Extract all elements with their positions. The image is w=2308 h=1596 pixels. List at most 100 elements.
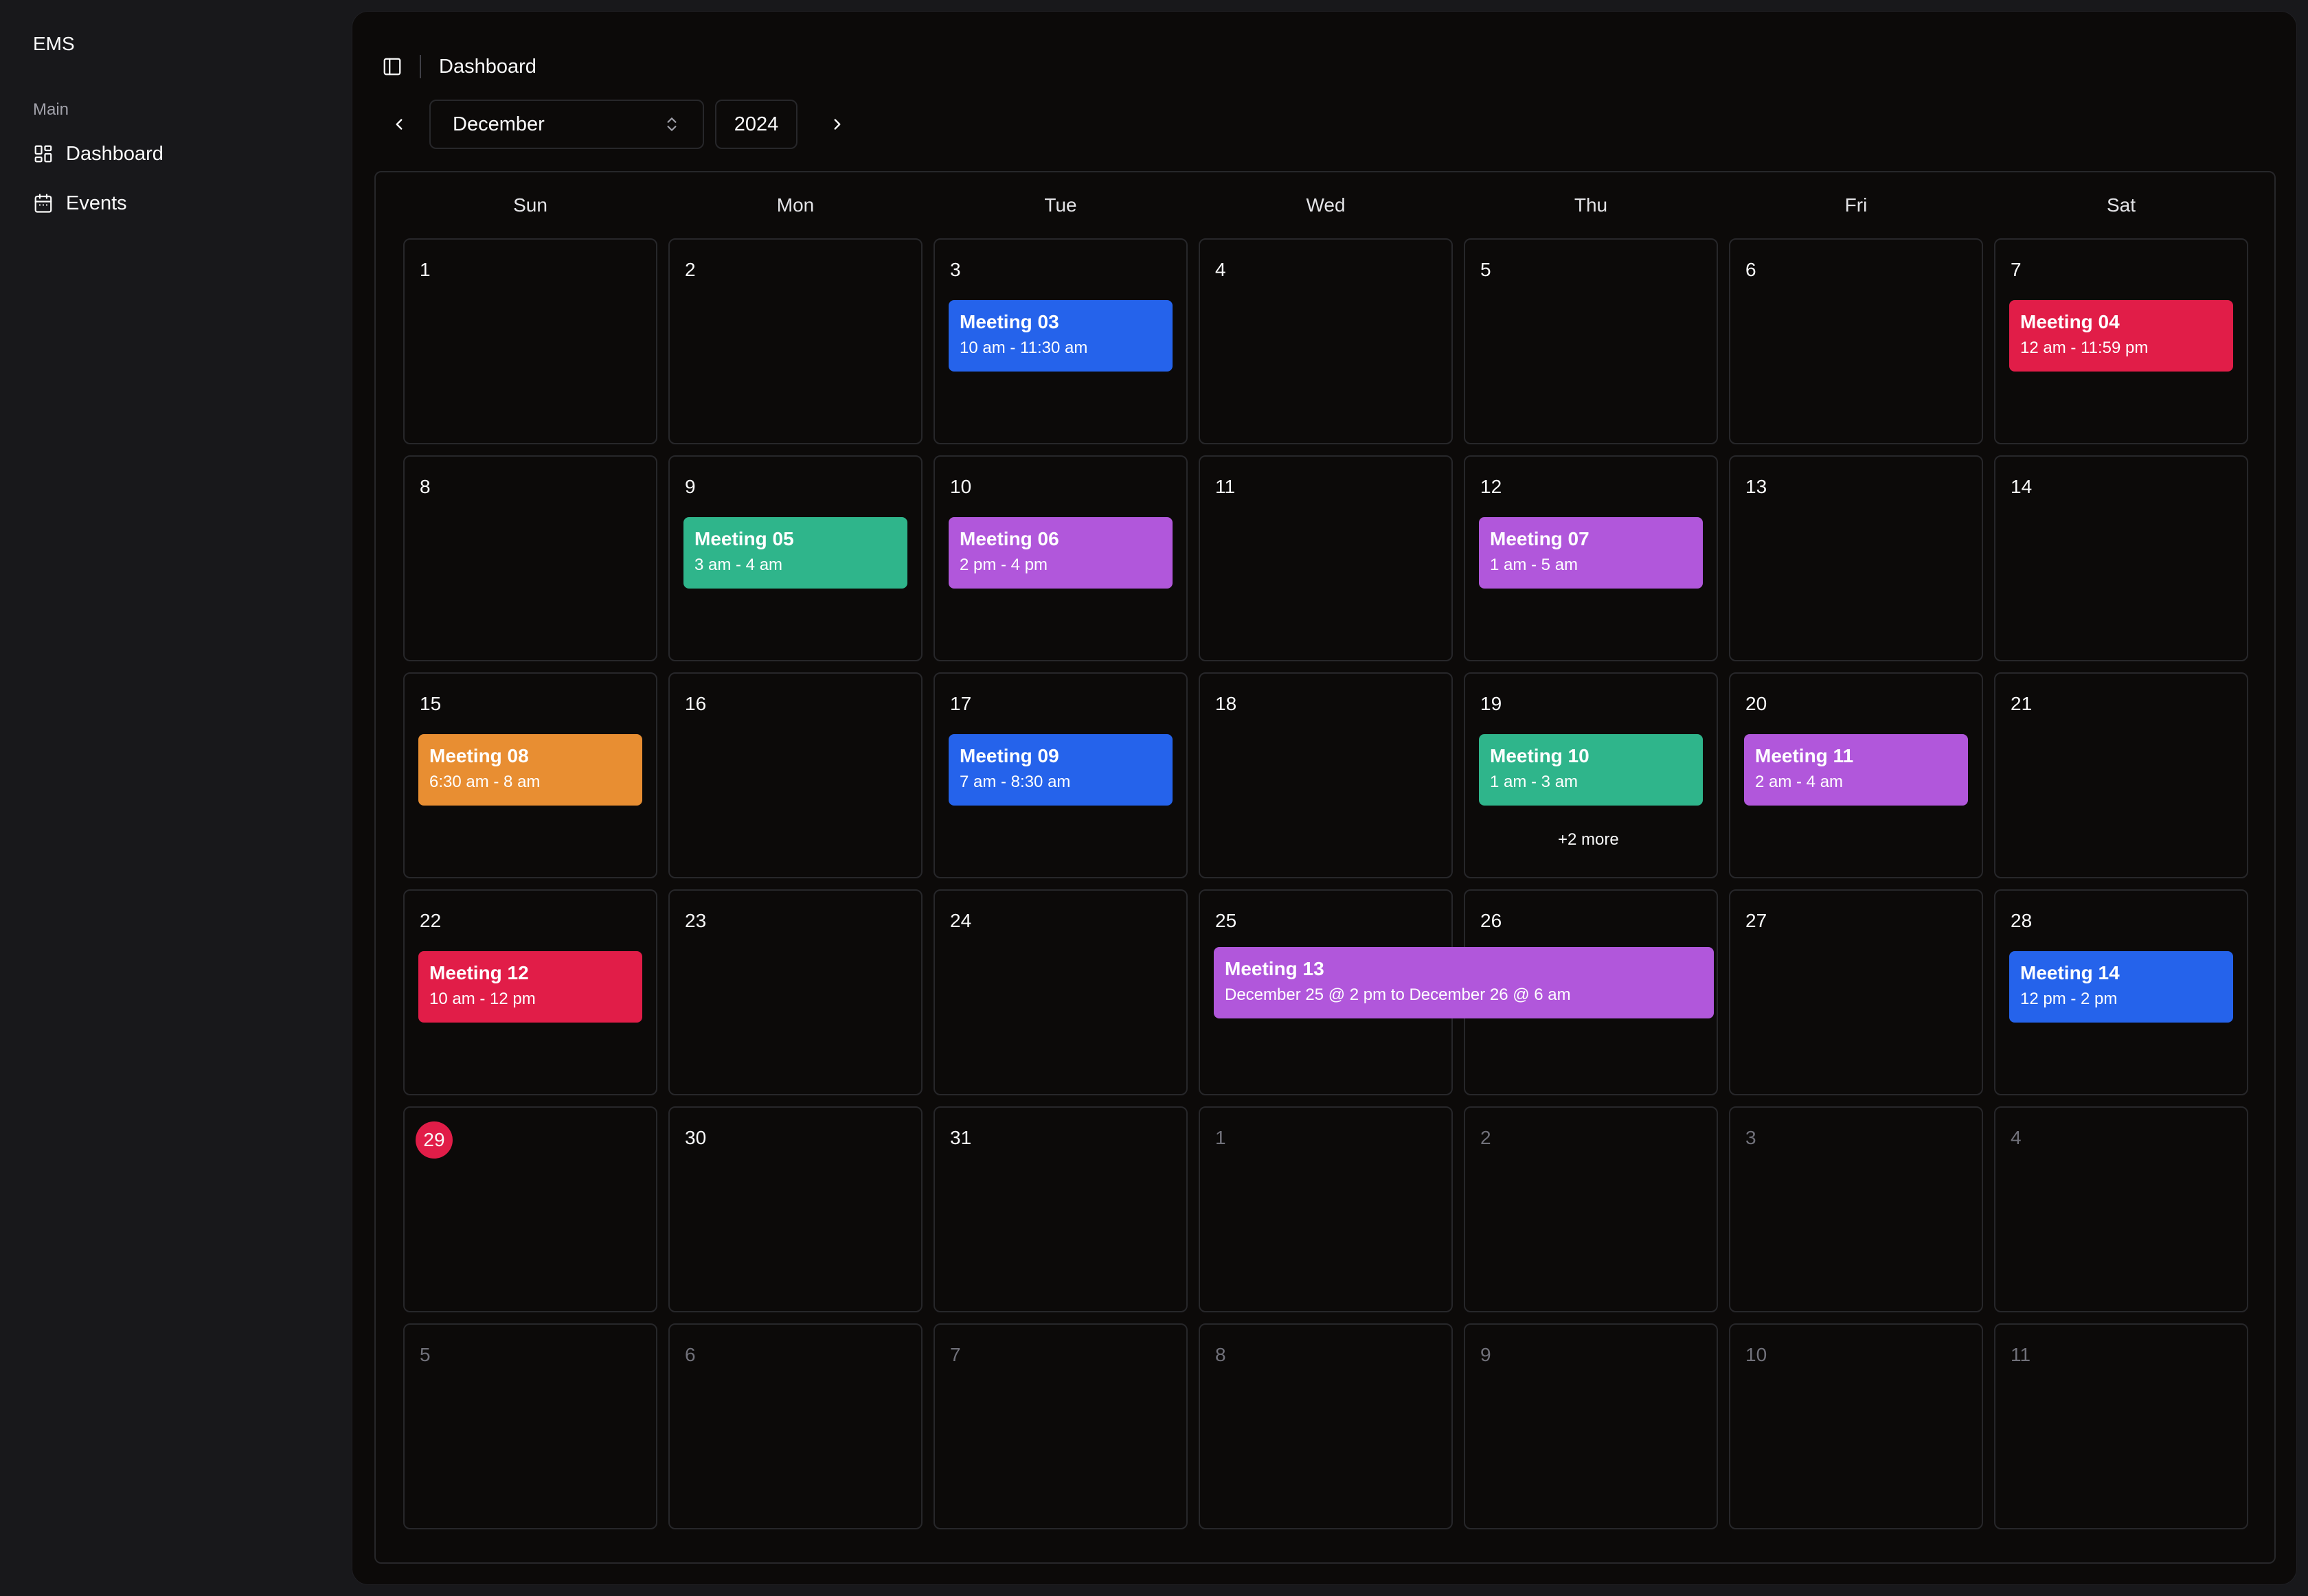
day-number: 10 bbox=[1745, 1344, 1767, 1365]
day-number: 23 bbox=[685, 910, 707, 931]
day-cell[interactable]: 3 bbox=[1729, 1106, 1983, 1312]
more-events-link[interactable]: +2 more bbox=[1558, 830, 1619, 850]
event-card[interactable]: Meeting 13 December 25 @ 2 pm to December… bbox=[1214, 947, 1714, 1018]
month-select-value: December bbox=[453, 113, 545, 135]
day-number: 4 bbox=[1215, 259, 1226, 280]
day-number: 9 bbox=[1480, 1344, 1491, 1365]
day-number: 18 bbox=[1215, 693, 1237, 714]
day-number: 12 bbox=[1480, 476, 1502, 497]
calendar-icon bbox=[34, 194, 52, 213]
event-card[interactable]: Meeting 11 2 am - 4 am bbox=[1744, 734, 1968, 806]
sidebar-group-label: Main bbox=[33, 100, 69, 119]
day-cell[interactable]: 13 bbox=[1729, 455, 1983, 661]
day-number: 26 bbox=[1480, 910, 1502, 931]
event-time: 12 pm - 2 pm bbox=[2020, 990, 2118, 1008]
day-cell[interactable]: 4 bbox=[1994, 1106, 2248, 1312]
weekday-header: Mon bbox=[776, 194, 815, 216]
day-number: 3 bbox=[950, 259, 961, 280]
event-time: 3 am - 4 am bbox=[694, 556, 783, 574]
event-time: 7 am - 8:30 am bbox=[960, 773, 1071, 791]
event-title: Meeting 13 bbox=[1225, 958, 1324, 979]
event-card[interactable]: Meeting 03 10 am - 11:30 am bbox=[949, 300, 1173, 372]
event-card[interactable]: Meeting 12 10 am - 12 pm bbox=[418, 951, 642, 1023]
previous-month-button[interactable] bbox=[380, 105, 418, 144]
event-card[interactable]: Meeting 06 2 pm - 4 pm bbox=[949, 517, 1173, 589]
event-card[interactable]: Meeting 14 12 pm - 2 pm bbox=[2009, 951, 2233, 1023]
event-card[interactable]: Meeting 07 1 am - 5 am bbox=[1479, 517, 1703, 589]
event-card[interactable]: Meeting 09 7 am - 8:30 am bbox=[949, 734, 1173, 806]
day-number: 27 bbox=[1745, 910, 1767, 931]
event-title: Meeting 04 bbox=[2020, 311, 2120, 332]
day-cell[interactable]: 2 bbox=[668, 238, 923, 444]
day-number: 1 bbox=[420, 259, 431, 280]
day-number: 11 bbox=[1215, 476, 1236, 497]
day-number: 2 bbox=[1480, 1127, 1491, 1148]
sidebar-item-events[interactable]: Events bbox=[22, 181, 330, 225]
month-select[interactable]: December bbox=[429, 100, 704, 149]
topbar: Dashboard bbox=[377, 39, 536, 94]
day-cell[interactable]: 6 bbox=[668, 1323, 923, 1529]
event-time: 10 am - 11:30 am bbox=[960, 339, 1088, 357]
day-cell[interactable]: 29 bbox=[403, 1106, 657, 1312]
event-time: 1 am - 3 am bbox=[1490, 773, 1579, 791]
day-cell[interactable]: 8 bbox=[1199, 1323, 1453, 1529]
day-number: 25 bbox=[1215, 910, 1237, 931]
event-card[interactable]: Meeting 08 6:30 am - 8 am bbox=[418, 734, 642, 806]
sidebar-item-dashboard[interactable]: Dashboard bbox=[22, 132, 330, 176]
day-cell[interactable]: 24 bbox=[934, 889, 1188, 1095]
day-cell[interactable]: 9 bbox=[1464, 1323, 1718, 1529]
weekday-header: Sun bbox=[513, 194, 547, 216]
day-cell[interactable]: 2 bbox=[1464, 1106, 1718, 1312]
day-cell[interactable]: 11 bbox=[1994, 1323, 2248, 1529]
day-number: 3 bbox=[1745, 1127, 1756, 1148]
next-month-button[interactable] bbox=[818, 105, 857, 144]
weekday-header: Thu bbox=[1574, 194, 1608, 216]
day-number: 17 bbox=[950, 693, 972, 714]
day-number: 15 bbox=[420, 693, 442, 714]
day-number: 30 bbox=[685, 1127, 707, 1148]
year-input[interactable]: 2024 bbox=[715, 100, 797, 149]
panel-left-icon bbox=[383, 58, 401, 76]
day-cell[interactable]: 4 bbox=[1199, 238, 1453, 444]
day-cell[interactable]: 23 bbox=[668, 889, 923, 1095]
day-cell[interactable]: 5 bbox=[403, 1323, 657, 1529]
day-cell[interactable]: 1 bbox=[1199, 1106, 1453, 1312]
day-cell[interactable]: 5 bbox=[1464, 238, 1718, 444]
day-cell[interactable]: 21 bbox=[1994, 672, 2248, 878]
day-number: 28 bbox=[2011, 910, 2033, 931]
day-number: 16 bbox=[685, 693, 707, 714]
day-cell[interactable]: 10 bbox=[1729, 1323, 1983, 1529]
day-number: 19 bbox=[1480, 693, 1502, 714]
event-card[interactable]: Meeting 04 12 am - 11:59 pm bbox=[2009, 300, 2233, 372]
today-day-number: 29 bbox=[416, 1121, 453, 1159]
day-number: 11 bbox=[2011, 1344, 2031, 1365]
day-number: 13 bbox=[1745, 476, 1767, 497]
day-cell[interactable]: 27 bbox=[1729, 889, 1983, 1095]
day-number: 5 bbox=[420, 1344, 431, 1365]
event-card[interactable]: Meeting 10 1 am - 3 am bbox=[1479, 734, 1703, 806]
day-cell[interactable]: 11 bbox=[1199, 455, 1453, 661]
event-time: 10 am - 12 pm bbox=[429, 990, 536, 1008]
chevron-right-icon bbox=[834, 119, 841, 130]
day-cell[interactable]: 8 bbox=[403, 455, 657, 661]
day-cell[interactable]: 7 bbox=[934, 1323, 1188, 1529]
sidebar-toggle-button[interactable] bbox=[377, 52, 407, 82]
day-number: 22 bbox=[420, 910, 442, 931]
day-cell[interactable]: 1 bbox=[403, 238, 657, 444]
event-title: Meeting 14 bbox=[2020, 962, 2120, 983]
day-cell[interactable]: 14 bbox=[1994, 455, 2248, 661]
chevrons-up-down-icon bbox=[667, 117, 677, 131]
sidebar: EMS Main Dashboard Events bbox=[0, 0, 352, 1596]
day-cell[interactable]: 30 bbox=[668, 1106, 923, 1312]
event-title: Meeting 05 bbox=[694, 528, 794, 549]
day-number: 24 bbox=[950, 910, 972, 931]
event-card[interactable]: Meeting 05 3 am - 4 am bbox=[683, 517, 907, 589]
day-number: 14 bbox=[2011, 476, 2033, 497]
event-time: 2 pm - 4 pm bbox=[960, 556, 1048, 574]
day-cell[interactable]: 16 bbox=[668, 672, 923, 878]
day-number: 8 bbox=[1215, 1344, 1226, 1365]
day-cell[interactable]: 31 bbox=[934, 1106, 1188, 1312]
app-brand: EMS bbox=[33, 33, 75, 54]
day-cell[interactable]: 6 bbox=[1729, 238, 1983, 444]
day-cell[interactable]: 18 bbox=[1199, 672, 1453, 878]
